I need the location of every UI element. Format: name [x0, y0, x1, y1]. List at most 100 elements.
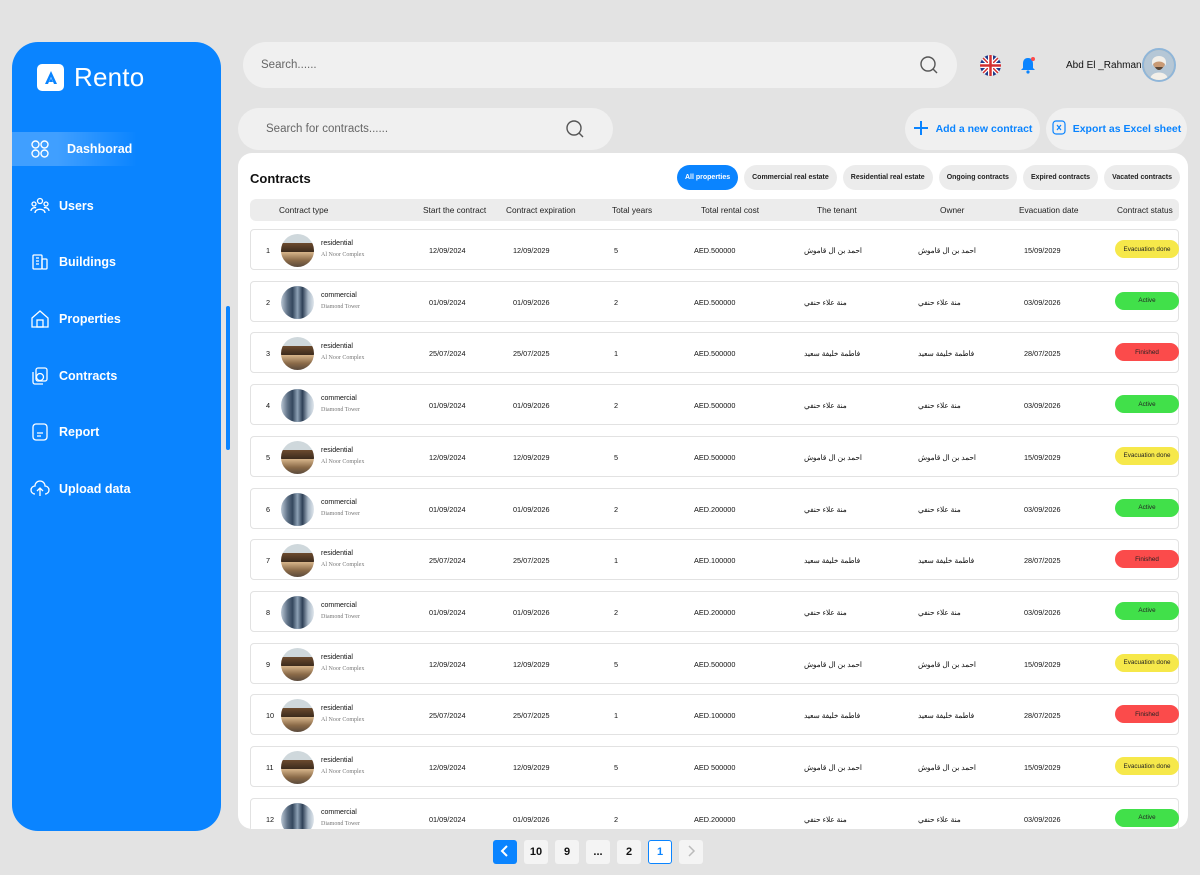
export-excel-button[interactable]: Export as Excel sheet — [1046, 108, 1187, 150]
start-date-cell: 01/09/2024 — [429, 607, 466, 617]
property-thumbnail — [281, 647, 314, 681]
column-header[interactable]: Contract status — [1117, 205, 1173, 215]
rental-cost-cell: AED 500000 — [694, 763, 736, 772]
status-badge: Active — [1115, 395, 1179, 414]
property-type: residential — [321, 653, 353, 661]
notification-bell-icon[interactable] — [1018, 55, 1038, 75]
column-header[interactable]: Start the contract — [423, 205, 486, 215]
sidebar-item-contracts[interactable]: Contracts — [12, 359, 221, 393]
page-button[interactable]: 10 — [524, 840, 548, 864]
total-years-cell: 5 — [614, 452, 619, 462]
start-date-cell: 25/07/2024 — [429, 711, 466, 721]
start-date-cell: 25/07/2024 — [429, 556, 466, 566]
add-contract-button[interactable]: Add a new contract — [905, 108, 1040, 150]
filter-all-properties[interactable]: All properties — [676, 165, 739, 190]
sidebar-item-dashboard[interactable]: Dashborad — [12, 132, 221, 166]
property-name: Al Noor Complex — [321, 717, 365, 724]
export-excel-label: Export as Excel sheet — [1072, 123, 1182, 135]
owner-cell: احمد بن ال قاموش — [918, 452, 976, 462]
end-date-cell: 12/09/2029 — [513, 452, 550, 462]
table-row[interactable]: 7 residential Al Noor Complex 25/07/2024 25/… — [250, 539, 1179, 581]
row-number: 1 — [266, 246, 271, 255]
table-row[interactable]: 4 commercial Diamond Tower 01/09/2024 01/09/… — [250, 384, 1179, 426]
table-row[interactable]: 3 residential Al Noor Complex 25/07/2024 25/… — [250, 332, 1179, 374]
avatar[interactable] — [1142, 48, 1176, 82]
search-icon[interactable] — [919, 55, 939, 75]
evacuation-date-cell: 03/09/2026 — [1024, 297, 1061, 307]
table-row[interactable]: 9 residential Al Noor Complex 12/09/2024 12/… — [250, 642, 1179, 684]
property-thumbnail — [281, 337, 314, 371]
page-title: Contracts — [250, 171, 311, 186]
status-badge: Evacuation done — [1115, 240, 1179, 258]
dashboard-icon — [30, 139, 50, 159]
sidebar-item-report[interactable]: Report — [12, 415, 221, 449]
table-row[interactable]: 11 residential Al Noor Complex 12/09/2024 12… — [250, 746, 1179, 787]
uk-flag-icon[interactable] — [980, 55, 1001, 76]
evacuation-date-cell: 03/09/2026 — [1024, 401, 1061, 411]
start-date-cell: 01/09/2024 — [429, 297, 466, 307]
table-row[interactable]: 1 residential Al Noor Complex 12/09/2024 12/… — [250, 229, 1179, 270]
sidebar-item-upload-data[interactable]: Upload data — [12, 472, 221, 506]
end-date-cell: 01/09/2026 — [513, 401, 550, 411]
status-badge: Finished — [1115, 343, 1179, 362]
scrollbar[interactable] — [226, 306, 230, 450]
table-row[interactable]: 8 commercial Diamond Tower 01/09/2024 01/09/… — [250, 590, 1179, 632]
table-row[interactable]: 12 commercial Diamond Tower 01/09/2024 01/09… — [250, 797, 1179, 829]
sidebar-item-buildings[interactable]: Buildings — [12, 245, 221, 279]
column-header[interactable]: Contract expiration — [506, 205, 576, 215]
tenant-cell: احمد بن ال قاموش — [804, 659, 862, 669]
sidebar-item-properties[interactable]: Properties — [12, 302, 221, 336]
contract-search-input[interactable] — [266, 123, 565, 135]
app-name: Rento — [74, 62, 145, 92]
rental-cost-cell: AED.200000 — [694, 814, 736, 824]
property-thumbnail — [281, 544, 314, 578]
sidebar-item-label: Properties — [59, 312, 121, 327]
property-type: residential — [321, 550, 353, 558]
status-badge: Evacuation done — [1115, 446, 1179, 465]
rental-cost-cell: AED.500000 — [694, 246, 736, 255]
column-header[interactable]: Owner — [940, 205, 964, 215]
tenant-cell: احمد بن ال قاموش — [804, 452, 862, 462]
sidebar-item-users[interactable]: Users — [12, 189, 221, 223]
column-header[interactable]: Total rental cost — [701, 205, 759, 215]
table-row[interactable]: 2 commercial Diamond Tower 01/09/2024 01/09/… — [250, 280, 1179, 322]
row-number: 2 — [266, 297, 271, 307]
current-page-button[interactable]: 1 — [648, 840, 672, 864]
global-search-input[interactable] — [261, 59, 919, 71]
contract-search-bar — [238, 108, 613, 150]
filter-expired[interactable]: Expired contracts — [1022, 165, 1099, 190]
start-date-cell: 01/09/2024 — [429, 814, 466, 824]
total-years-cell: 5 — [614, 659, 619, 669]
owner-cell: احمد بن ال قاموش — [918, 246, 976, 255]
end-date-cell: 01/09/2026 — [513, 297, 550, 307]
table-row[interactable]: 6 commercial Diamond Tower 01/09/2024 01/09/… — [250, 487, 1179, 529]
page-button[interactable]: 2 — [617, 840, 641, 864]
filter-vacated[interactable]: Vacated contracts — [1104, 165, 1180, 190]
owner-cell: فاطمة خليفة سعيد — [918, 349, 975, 359]
property-thumbnail — [281, 595, 314, 629]
table-row[interactable]: 10 residential Al Noor Complex 25/07/2024 25… — [250, 694, 1179, 736]
start-date-cell: 01/09/2024 — [429, 504, 466, 514]
page-button[interactable]: 9 — [555, 840, 579, 864]
filter-ongoing[interactable]: Ongoing contracts — [938, 165, 1017, 190]
filter-commercial[interactable]: Commercial real estate — [744, 165, 837, 190]
table-row[interactable]: 5 residential Al Noor Complex 12/09/2024 12/… — [250, 435, 1179, 477]
property-name: Al Noor Complex — [321, 458, 365, 465]
search-icon[interactable] — [565, 119, 585, 139]
evacuation-date-cell: 03/09/2026 — [1024, 504, 1061, 514]
next-page-button[interactable] — [679, 840, 703, 864]
end-date-cell: 12/09/2029 — [513, 246, 550, 255]
rental-cost-cell: AED.500000 — [694, 659, 736, 669]
prev-page-button[interactable] — [493, 840, 517, 864]
end-date-cell: 12/09/2029 — [513, 763, 550, 772]
column-header[interactable]: Evacuation date — [1019, 205, 1079, 215]
logo[interactable]: Rento — [37, 62, 144, 93]
property-type: commercial — [321, 291, 357, 299]
column-header[interactable]: The tenant — [817, 205, 857, 215]
filter-residential[interactable]: Residential real estate — [842, 165, 933, 190]
property-name: Al Noor Complex — [321, 665, 365, 672]
column-header[interactable]: Contract type — [279, 205, 328, 215]
property-type: commercial — [321, 601, 357, 609]
total-years-cell: 2 — [614, 814, 619, 824]
column-header[interactable]: Total years — [612, 205, 652, 215]
